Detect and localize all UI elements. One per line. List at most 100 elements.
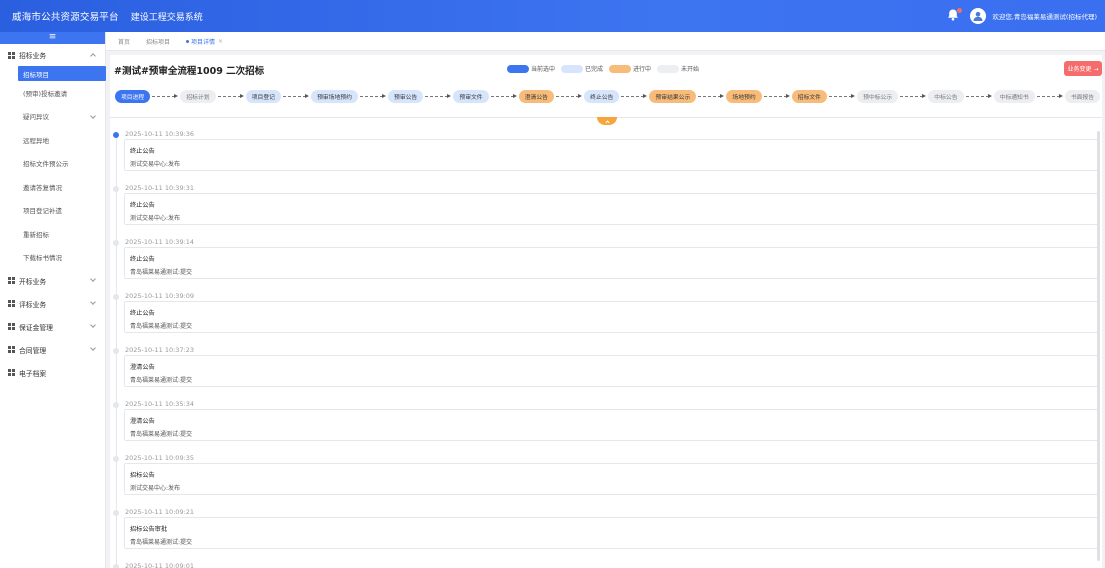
legend-current: 当前选中 bbox=[507, 64, 555, 73]
timeline-timestamp: 2025-10-11 10:39:14 bbox=[125, 238, 195, 246]
flow-step[interactable]: 预审文件 bbox=[453, 89, 489, 103]
tab-project-detail[interactable]: 项目详情 × bbox=[186, 37, 223, 46]
timeline-card: 终止公告 测试交易中心:发布 bbox=[124, 193, 1100, 225]
timeline-timestamp: 2025-10-11 10:09:35 bbox=[125, 454, 195, 462]
flow-arrow-icon bbox=[1036, 90, 1063, 103]
sidebar-group-label: 开标业务 bbox=[19, 277, 47, 286]
timeline-card: 终止公告 测试交易中心:发布 bbox=[124, 139, 1100, 171]
flow-step[interactable]: 招标文件 bbox=[791, 89, 827, 103]
sidebar-item-bid-project[interactable]: 招标项目 bbox=[18, 66, 106, 81]
timeline-dot-icon bbox=[113, 510, 119, 516]
flow-arrow-icon bbox=[425, 90, 452, 103]
timeline-card-title: 终止公告 bbox=[130, 310, 155, 317]
flow-step[interactable]: 预审公告 bbox=[388, 89, 424, 103]
timeline-dot-icon bbox=[113, 186, 119, 192]
header-user-area: 欢迎您,青岛福莱易通测试(招标代理) bbox=[946, 0, 1097, 32]
sidebar-group-deposit[interactable]: 保证金管理 bbox=[0, 315, 105, 338]
collapse-toggle[interactable] bbox=[597, 117, 617, 125]
avatar[interactable] bbox=[970, 8, 987, 24]
timeline-card: 招标公告 测试交易中心:发布 bbox=[124, 463, 1100, 495]
timeline-card-subtitle: 测试交易中心:发布 bbox=[130, 161, 181, 168]
close-icon[interactable]: × bbox=[218, 38, 223, 45]
timeline-card: 澄清公告 青岛福莱易通测试:提交 bbox=[124, 355, 1100, 387]
sidebar-group-archive[interactable]: 电子档案 bbox=[0, 361, 105, 384]
grid-icon bbox=[8, 369, 15, 376]
scrollbar[interactable] bbox=[1097, 131, 1100, 561]
sidebar-item-prequal-invite[interactable]: (预审)投标邀请 bbox=[0, 81, 105, 105]
flow-arrow-icon bbox=[282, 90, 310, 103]
chevron-up-icon bbox=[604, 119, 610, 125]
timeline-timestamp: 2025-10-11 10:39:09 bbox=[125, 292, 195, 300]
sidebar-item-doc-prepublish[interactable]: 招标文件预公示 bbox=[0, 152, 105, 176]
grid-icon bbox=[8, 323, 15, 330]
tab-bid-project[interactable]: 招标项目 bbox=[146, 37, 170, 46]
legend-done: 已完成 bbox=[561, 64, 603, 73]
sidebar-group-bidding[interactable]: 招标业务 bbox=[0, 44, 105, 66]
sidebar-group-label: 评标业务 bbox=[19, 300, 47, 309]
flow-step[interactable]: 预审场地预约 bbox=[311, 89, 358, 103]
business-change-button[interactable]: 业务变更 → bbox=[1064, 61, 1102, 76]
flow-arrow-icon bbox=[217, 90, 244, 103]
timeline-card: 终止公告 青岛福莱易通测试:提交 bbox=[124, 247, 1100, 279]
sidebar-item-download-status[interactable]: 下载标书情况 bbox=[0, 246, 105, 270]
flow-step[interactable]: 预中标公示 bbox=[857, 89, 899, 103]
chevron-down-icon bbox=[90, 345, 96, 351]
chevron-down-icon bbox=[90, 299, 96, 305]
timeline-card: 澄清公告青岛福莱易通测试:提交 bbox=[124, 409, 1100, 441]
sidebar-item-invite-reply[interactable]: 邀请答复情况 bbox=[0, 175, 105, 199]
tab-label: 招标项目 bbox=[146, 38, 171, 46]
flow-step[interactable]: 终止公告 bbox=[584, 89, 620, 103]
flow-step[interactable]: 场地预约 bbox=[726, 89, 762, 103]
timeline-card-title: 澄清公告 bbox=[130, 418, 155, 425]
active-dot-icon bbox=[186, 39, 190, 43]
timeline-dot-icon bbox=[113, 240, 119, 246]
platform-title: 威海市公共资源交易平台 bbox=[12, 12, 119, 23]
timeline-card-subtitle: 青岛福莱易通测试:提交 bbox=[130, 377, 193, 384]
top-header: 威海市公共资源交易平台 建设工程交易系统 欢迎您,青岛福莱易通测试(招标代理) bbox=[0, 0, 1105, 32]
timeline-timestamp: 2025-10-11 10:35:34 bbox=[125, 400, 195, 408]
flow-step[interactable]: 招标计划 bbox=[180, 89, 216, 103]
user-welcome-text[interactable]: 欢迎您,青岛福莱易通测试(招标代理) bbox=[992, 11, 1097, 21]
flow-arrow-icon bbox=[359, 90, 387, 103]
flow-step[interactable]: 书面报告 bbox=[1064, 89, 1101, 103]
bell-icon[interactable] bbox=[946, 8, 963, 24]
timeline-card-subtitle: 青岛福莱易通测试:提交 bbox=[130, 431, 193, 438]
legend-label: 进行中 bbox=[633, 66, 652, 73]
flow-arrow-icon bbox=[555, 90, 583, 103]
sidebar-item-remote[interactable]: 远程异地 bbox=[0, 128, 105, 152]
grid-icon bbox=[8, 346, 15, 353]
timeline-timestamp: 2025-10-11 10:09:21 bbox=[125, 508, 195, 516]
sidebar: ≡ 招标业务 招标项目 (预审)投标邀请 疑问异议 远程异地 招标文件预公示 邀… bbox=[0, 32, 106, 568]
timeline-card-title: 招标公告审批 bbox=[130, 526, 168, 533]
flow-step[interactable]: 项目登记 bbox=[245, 89, 281, 103]
sidebar-group-evaluation[interactable]: 评标业务 bbox=[0, 292, 105, 315]
timeline-dot-icon bbox=[113, 132, 119, 138]
timeline-dot-icon bbox=[113, 402, 119, 408]
flow-arrow-icon bbox=[763, 90, 790, 103]
timeline-card-title: 招标公告 bbox=[130, 472, 155, 479]
chevron-down-icon bbox=[90, 322, 96, 328]
sidebar-item-registration-addendum[interactable]: 项目登记补遗 bbox=[0, 199, 105, 223]
timeline-timestamp: 2025-10-11 10:09:01 bbox=[125, 562, 195, 568]
legend-label: 未开始 bbox=[681, 66, 700, 73]
sidebar-group-opening[interactable]: 开标业务 bbox=[0, 269, 105, 292]
sidebar-group-label: 保证金管理 bbox=[19, 323, 53, 332]
menu-toggle-icon[interactable]: ≡ bbox=[0, 32, 105, 44]
legend-swatch bbox=[657, 64, 680, 73]
flow-arrow-icon bbox=[900, 90, 927, 103]
flow-step[interactable]: 项目进程 bbox=[115, 89, 151, 103]
flow-step[interactable]: 澄清公告 bbox=[518, 89, 554, 103]
legend-swatch bbox=[507, 64, 529, 73]
timeline-timestamp: 2025-10-11 10:39:31 bbox=[125, 184, 195, 192]
flow-step[interactable]: 中标公告 bbox=[928, 89, 964, 103]
sidebar-item-rebid[interactable]: 重新招标 bbox=[0, 222, 105, 246]
flow-arrow-icon bbox=[698, 90, 725, 103]
timeline-card: 招标公告审批 青岛福莱易通测试:提交 bbox=[124, 517, 1100, 549]
tab-home[interactable]: 首页 bbox=[118, 37, 130, 46]
flow-step[interactable]: 预审结果公示 bbox=[649, 89, 697, 103]
sidebar-group-contract[interactable]: 合同管理 bbox=[0, 338, 105, 361]
sidebar-item-objection[interactable]: 疑问异议 bbox=[0, 105, 105, 129]
flow-step[interactable]: 中标通知书 bbox=[993, 89, 1035, 103]
timeline-dot-icon bbox=[113, 456, 119, 462]
timeline-dot-icon bbox=[113, 294, 119, 300]
